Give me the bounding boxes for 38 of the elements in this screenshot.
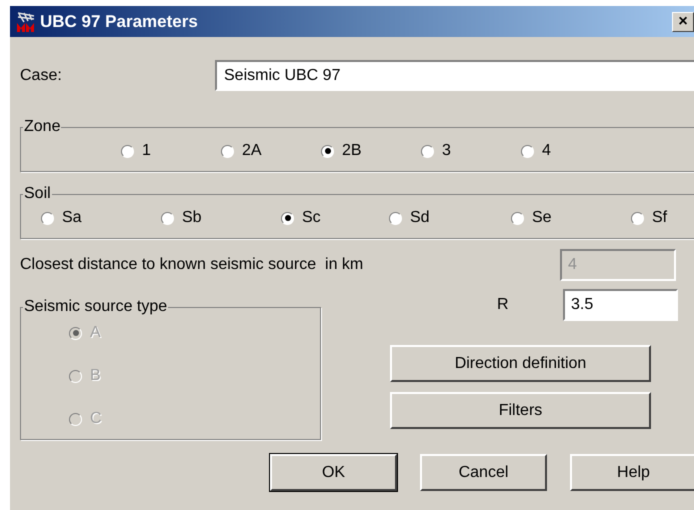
r-label: R: [497, 295, 510, 315]
dialog-button[interactable]: Help: [570, 454, 694, 491]
radio-label: 2A: [242, 141, 262, 161]
radio-label: Sd: [410, 208, 430, 228]
radio-label: Sa: [62, 208, 82, 228]
app-logo-icon: [16, 10, 36, 32]
radio-button[interactable]: [281, 212, 294, 224]
group-title: Soil: [23, 184, 52, 204]
radio-button[interactable]: [631, 212, 644, 224]
radio-button[interactable]: [421, 144, 434, 158]
group-title: Seismic source type: [23, 297, 168, 317]
radio-label: Sc: [302, 208, 321, 228]
case-field[interactable]: Seismic UBC 97: [215, 60, 694, 91]
radio-label: Sf: [652, 208, 668, 228]
radio-label: Sb: [182, 208, 202, 228]
radio-button[interactable]: [389, 212, 402, 224]
dialog-button[interactable]: Cancel: [420, 454, 547, 491]
radio-label: 2B: [342, 141, 362, 161]
radio-button[interactable]: [321, 144, 334, 158]
distance-label: Closest distance to known seismic source in km: [20, 255, 364, 275]
radio-label: 4: [542, 141, 551, 161]
radio-label: 3: [442, 141, 451, 161]
radio-button[interactable]: [41, 212, 54, 224]
case-label: Case:: [20, 66, 63, 86]
radio-label: 1: [142, 141, 151, 161]
radio-button[interactable]: [221, 144, 234, 158]
close-button[interactable]: ×: [672, 12, 694, 32]
radio-button[interactable]: [121, 144, 134, 158]
dialog-button[interactable]: Filters: [390, 392, 651, 429]
radio-button[interactable]: [521, 144, 534, 158]
radio-button[interactable]: [161, 212, 174, 224]
group-title: Zone: [23, 117, 62, 137]
input-field[interactable]: 3.5: [563, 289, 678, 321]
radio-label: Se: [532, 208, 552, 228]
radio-button[interactable]: [511, 212, 524, 224]
dialog-button[interactable]: OK: [270, 454, 397, 491]
dialog-button[interactable]: Direction definition: [390, 345, 651, 382]
window-title: UBC 97 Parameters: [40, 10, 199, 33]
